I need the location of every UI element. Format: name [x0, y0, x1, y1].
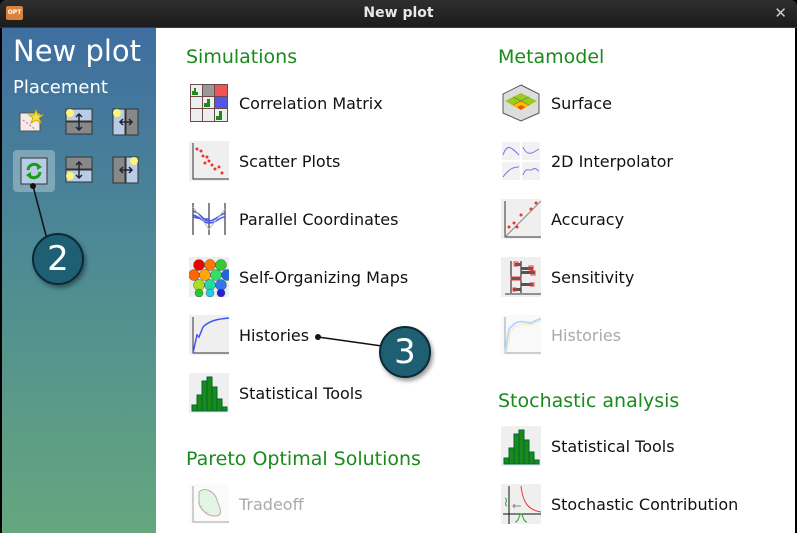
callout-3: 3 — [379, 326, 431, 378]
item-label: Scatter Plots — [239, 151, 341, 171]
correlation-matrix-icon — [190, 84, 228, 122]
sidebar-title: New plot — [13, 34, 142, 68]
item-label: Correlation Matrix — [239, 93, 383, 113]
title-bar: OPT New plot ✕ — [0, 0, 797, 28]
placement-replace-button[interactable] — [13, 150, 55, 192]
surface-icon — [502, 84, 540, 122]
window-title: New plot — [363, 5, 434, 21]
item-histories-simulations[interactable]: Histories — [189, 315, 309, 355]
sidebar: New plot Placement — [2, 28, 156, 533]
close-icon[interactable]: ✕ — [774, 4, 787, 22]
som-icon — [189, 257, 229, 297]
replace-icon — [20, 157, 48, 185]
histories-icon — [501, 315, 541, 355]
split-vertical-bottom-icon — [65, 156, 93, 183]
item-label: Accuracy — [551, 209, 625, 229]
placement-new-window-button[interactable] — [18, 108, 48, 138]
item-label: Surface — [551, 93, 612, 113]
scatter-plot-icon — [189, 141, 229, 181]
item-label: Stochastic Contribution — [551, 494, 739, 514]
new-window-icon — [19, 108, 45, 132]
item-scatter-plots[interactable]: Scatter Plots — [189, 141, 340, 181]
placement-left-button[interactable] — [112, 108, 142, 138]
split-horizontal-left-icon — [112, 108, 139, 136]
histories-icon — [189, 315, 229, 355]
item-label: 2D Interpolator — [551, 151, 673, 171]
split-horizontal-right-icon — [112, 156, 139, 184]
item-label: Parallel Coordinates — [239, 209, 399, 229]
split-vertical-top-icon — [65, 108, 93, 135]
item-label: Self-Organizing Maps — [239, 267, 409, 287]
section-stochastic: Stochastic analysis — [498, 390, 680, 412]
item-self-organizing-maps[interactable]: Self-Organizing Maps — [189, 257, 408, 297]
accuracy-icon — [501, 199, 541, 239]
section-metamodel: Metamodel — [498, 46, 605, 68]
item-histories-metamodel[interactable]: Histories — [501, 315, 621, 355]
item-stochastic-contribution[interactable]: Stochastic Contribution — [501, 484, 738, 524]
interpolator-icon — [502, 142, 540, 180]
item-label: Histories — [551, 325, 622, 345]
histogram-icon — [501, 426, 541, 466]
item-parallel-coordinates[interactable]: Parallel Coordinates — [189, 199, 398, 239]
item-2d-interpolator[interactable]: 2D Interpolator — [501, 141, 673, 181]
item-label: Statistical Tools — [239, 383, 363, 403]
item-tradeoff[interactable]: Tradeoff — [189, 484, 304, 524]
placement-right-button[interactable] — [112, 156, 142, 186]
item-sensitivity[interactable]: Sensitivity — [501, 257, 634, 297]
placement-below-button[interactable] — [65, 156, 95, 186]
callout-2: 2 — [32, 233, 84, 285]
item-statistical-tools-simulations[interactable]: Statistical Tools — [189, 373, 363, 413]
histogram-icon — [189, 373, 229, 413]
placement-above-button[interactable] — [65, 108, 95, 138]
item-accuracy[interactable]: Accuracy — [501, 199, 624, 239]
item-label: Tradeoff — [239, 494, 304, 514]
item-correlation-matrix[interactable]: Correlation Matrix — [189, 83, 383, 123]
section-pareto: Pareto Optimal Solutions — [186, 448, 421, 470]
tradeoff-icon — [189, 484, 229, 524]
item-label: Histories — [239, 325, 310, 345]
new-plot-dialog: New plot Placement Simulations Correlati… — [2, 28, 795, 533]
placement-label: Placement — [13, 77, 108, 98]
stochastic-contribution-icon — [501, 484, 541, 524]
item-label: Statistical Tools — [551, 436, 675, 456]
item-statistical-tools-stochastic[interactable]: Statistical Tools — [501, 426, 675, 466]
section-simulations: Simulations — [186, 46, 298, 68]
item-label: Sensitivity — [551, 267, 635, 287]
sensitivity-icon — [501, 257, 541, 297]
item-surface[interactable]: Surface — [501, 83, 612, 123]
parallel-coordinates-icon — [192, 203, 226, 235]
